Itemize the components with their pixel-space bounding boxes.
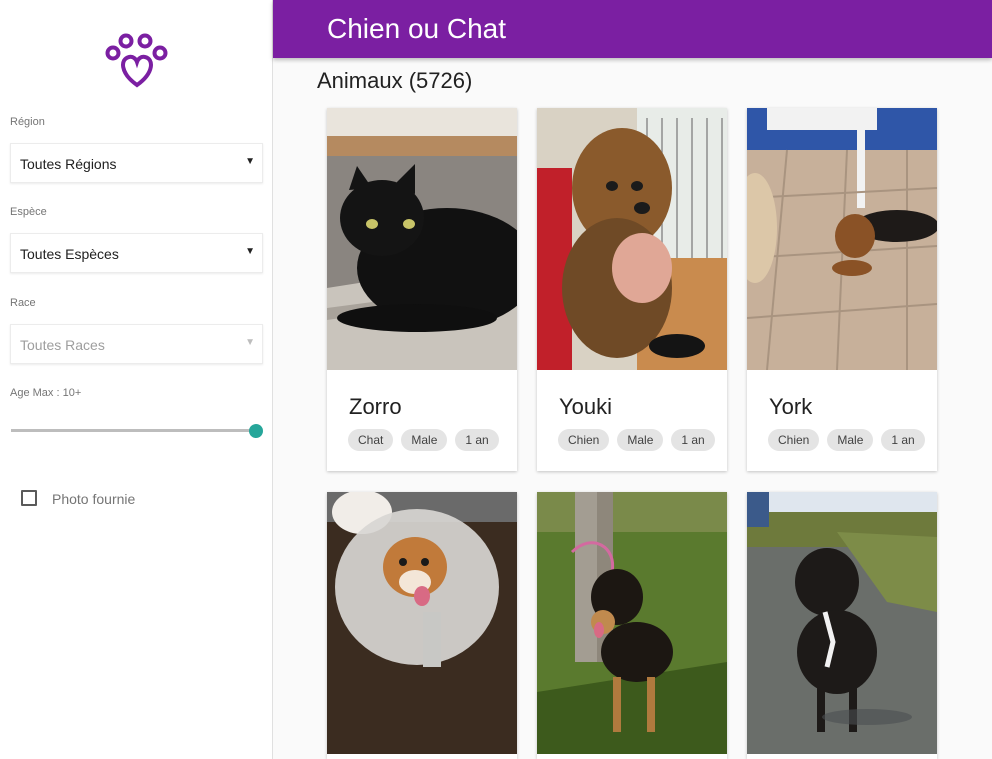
animal-card[interactable] <box>327 492 517 759</box>
region-select-value: Toutes Régions <box>20 156 117 172</box>
dropdown-arrow-icon: ▼ <box>245 156 255 167</box>
animal-photo[interactable] <box>537 108 727 370</box>
animal-name: Zorro <box>349 394 402 419</box>
animal-card[interactable]: Youki Chien Male 1 an <box>537 108 727 471</box>
sidebar: Région Toutes Régions ▼ Espèce Toutes Es… <box>0 0 273 759</box>
race-label: Race <box>10 297 36 309</box>
age-chip: 1 an <box>455 429 499 451</box>
animal-name: York <box>769 394 813 419</box>
age-max-label: Age Max : 10+ <box>10 387 82 399</box>
dropdown-arrow-icon: ▼ <box>245 246 255 257</box>
espece-select[interactable]: Toutes Espèces ▼ <box>10 233 263 273</box>
species-chip: Chien <box>558 429 610 451</box>
sex-chip: Male <box>617 429 664 451</box>
paw-heart-icon <box>105 33 168 88</box>
animal-photo[interactable] <box>747 108 937 370</box>
race-select-value: Toutes Races <box>20 337 105 353</box>
animal-name: Youki <box>559 394 613 419</box>
espece-label: Espèce <box>10 206 47 218</box>
age-chip: 1 an <box>671 429 715 451</box>
animal-photo[interactable] <box>327 108 517 370</box>
animal-card[interactable]: York Chien Male 1 an <box>747 108 937 471</box>
espece-select-value: Toutes Espèces <box>20 246 119 262</box>
region-label: Région <box>10 116 45 128</box>
app-title: Chien ou Chat <box>327 13 507 44</box>
sex-chip: Male <box>401 429 448 451</box>
dropdown-arrow-icon: ▼ <box>245 337 255 348</box>
species-chip: Chien <box>768 429 820 451</box>
app-header: Chien ou Chat <box>273 0 992 58</box>
animal-photo[interactable] <box>537 492 727 754</box>
region-select[interactable]: Toutes Régions ▼ <box>10 143 263 183</box>
animal-card[interactable] <box>537 492 727 759</box>
animal-photo[interactable] <box>327 492 517 754</box>
animal-card[interactable] <box>747 492 937 759</box>
photo-checkbox[interactable] <box>21 490 37 506</box>
age-chip: 1 an <box>881 429 925 451</box>
animals-count-title: Animaux (5726) <box>317 68 473 93</box>
animal-card[interactable]: Zorro Chat Male 1 an <box>327 108 517 471</box>
age-slider-thumb[interactable] <box>249 424 263 438</box>
species-chip: Chat <box>348 429 394 451</box>
animal-photo[interactable] <box>747 492 937 754</box>
sex-chip: Male <box>827 429 874 451</box>
photo-checkbox-label[interactable]: Photo fournie <box>52 491 135 507</box>
race-select[interactable]: Toutes Races ▼ <box>10 324 263 364</box>
age-slider-track[interactable] <box>11 429 257 432</box>
